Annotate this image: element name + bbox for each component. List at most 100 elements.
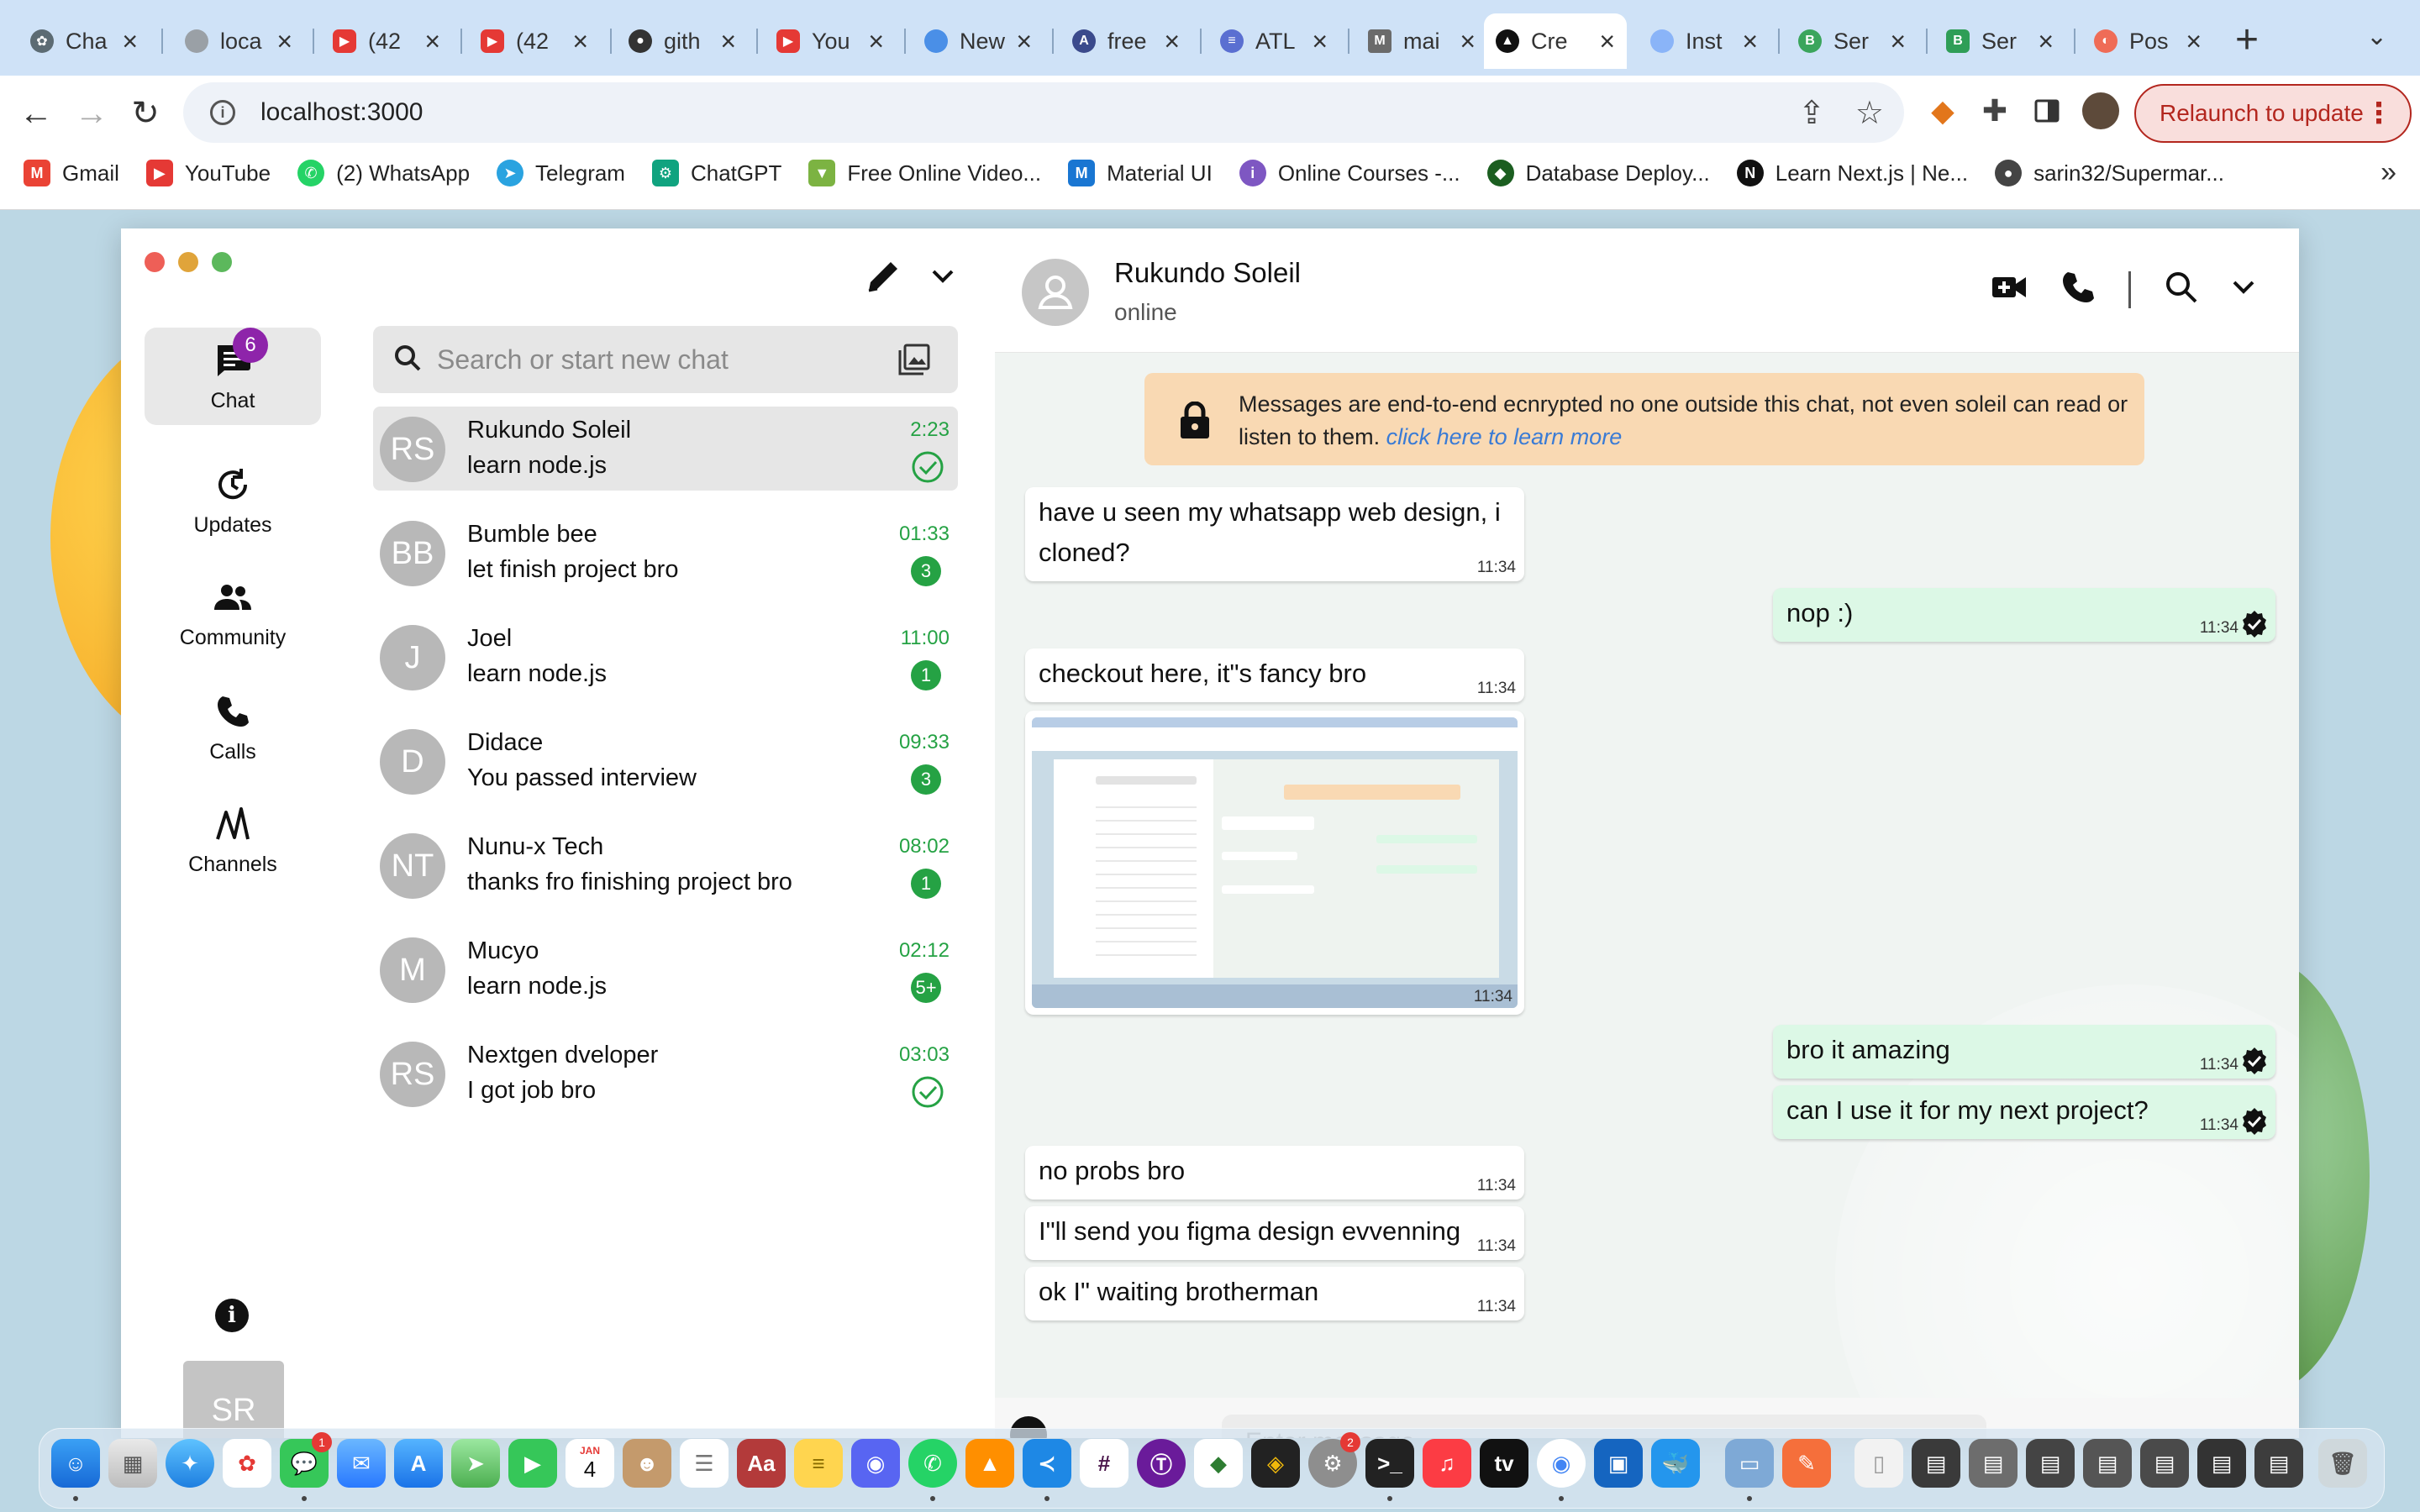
minimize-window-button[interactable] [178,252,198,272]
incoming-message-bubble[interactable]: checkout here, it"s fancy bro 11:34 [1025,648,1524,702]
mail-icon[interactable]: ✉ [337,1439,386,1488]
close-tab-icon[interactable]: × [1016,26,1032,57]
incoming-message-bubble[interactable]: no probs bro 11:34 [1025,1146,1524,1200]
window-thumbnail-icon[interactable]: ▤ [1969,1439,2018,1488]
photos-icon[interactable]: ✿ [223,1439,271,1488]
browser-tab[interactable]: B Ser × [1786,13,1918,69]
back-arrow-icon[interactable]: ← [13,91,59,136]
app-store-icon[interactable]: A [394,1439,443,1488]
learn-more-link[interactable]: click here to learn more [1386,424,1623,449]
bookmark-material-ui[interactable]: M Material UI [1068,160,1213,186]
zoom-window-button[interactable] [212,252,232,272]
bookmark-star-icon[interactable]: ☆ [1855,94,1884,132]
virtualbox-icon[interactable]: ▣ [1594,1439,1643,1488]
share-icon[interactable]: ⇪ [1798,94,1825,132]
notes-icon[interactable]: ≡ [794,1439,843,1488]
browser-tab[interactable]: ▶ (42 × [469,13,600,69]
safari-icon[interactable]: ✦ [166,1439,214,1488]
window-thumbnail-icon[interactable]: ▤ [2140,1439,2189,1488]
browser-tab[interactable]: New × [913,13,1044,69]
chat-list-item[interactable]: RS Nextgen dveloper I got job bro 03:03 [373,1032,958,1116]
incoming-message-bubble[interactable]: have u seen my whatsapp web design, i cl… [1025,487,1524,581]
outgoing-message-bubble[interactable]: bro it amazing 11:34 [1773,1025,2275,1079]
bookmark-database-deploy[interactable]: ◆ Database Deploy... [1486,160,1710,186]
chrome-icon[interactable]: ◉ [1537,1439,1586,1488]
trash-icon[interactable]: 🗑 [2318,1439,2367,1488]
vlc-icon[interactable]: ▲ [965,1439,1014,1488]
chat-list-item[interactable]: D Didace You passed interview 09:33 3 [373,719,958,803]
more-bookmarks-chevron-icon[interactable]: » [2381,156,2396,189]
contacts-icon[interactable]: ☻ [623,1439,671,1488]
chat-list-item[interactable]: NT Nunu-x Tech thanks fro finishing proj… [373,823,958,907]
new-chat-pencil-icon[interactable] [865,259,901,298]
nav-calls[interactable]: Calls [145,679,321,776]
binance-icon[interactable]: ◈ [1251,1439,1300,1488]
finder-icon[interactable]: ☺ [51,1439,100,1488]
slack-icon[interactable]: # [1080,1439,1128,1488]
close-tab-icon[interactable]: × [572,26,588,57]
outgoing-message-bubble[interactable]: can I use it for my next project? 11:34 [1773,1085,2275,1139]
screenshot-preview-icon[interactable]: ▭ [1725,1439,1774,1488]
url-text[interactable]: localhost:3000 [260,98,423,127]
video-call-icon[interactable] [1991,274,2028,305]
search-icon[interactable] [2165,270,2198,308]
document-thumbnail-icon[interactable]: ▯ [1854,1439,1903,1488]
filter-gallery-icon[interactable] [897,343,931,381]
browser-tab[interactable]: ▶ You × [765,13,896,69]
window-thumbnail-icon[interactable]: ▤ [2254,1439,2303,1488]
bookmark-online-courses[interactable]: i Online Courses -... [1239,160,1460,186]
incoming-message-bubble[interactable]: I"ll send you figma design evvenning 11:… [1025,1206,1524,1260]
site-info-icon[interactable]: i [210,100,235,125]
bookmark-learn-nextjs[interactable]: N Learn Next.js | Ne... [1736,160,1968,186]
reminders-icon[interactable]: ☰ [680,1439,729,1488]
shared-screenshot-image[interactable] [1032,717,1518,1008]
search-input[interactable] [437,344,874,375]
close-tab-icon[interactable]: × [1312,26,1328,57]
browser-tab[interactable]: loca × [173,13,304,69]
relaunch-update-button[interactable]: Relaunch to update ⋮ [2134,84,2412,143]
browser-tab[interactable]: ✿ Cha × [18,13,150,69]
discord-icon[interactable]: ◉ [851,1439,900,1488]
bookmark-gmail[interactable]: M Gmail [24,160,119,186]
close-tab-icon[interactable]: × [868,26,884,57]
nav-community[interactable]: Community [145,564,321,662]
chat-list-item[interactable]: RS Rukundo Soleil learn node.js 2:23 [373,407,958,491]
nav-channels[interactable]: Channels [145,791,321,889]
crypto-app-icon[interactable]: Ⓣ [1137,1439,1186,1488]
apple-tv-icon[interactable]: tv [1480,1439,1528,1488]
close-tab-icon[interactable]: × [2186,26,2202,57]
close-window-button[interactable] [145,252,165,272]
image-message-bubble[interactable]: 11:34 [1025,711,1524,1015]
outgoing-message-bubble[interactable]: nop :) 11:34 [1773,588,2275,642]
terminal-icon[interactable]: >_ [1365,1439,1414,1488]
whatsapp-icon[interactable]: ✆ [908,1439,957,1488]
dictionary-icon[interactable]: Aa [737,1439,786,1488]
calendar-icon[interactable]: JAN 4 [566,1439,614,1488]
side-panel-icon[interactable] [2028,92,2065,129]
close-tab-icon[interactable]: × [122,26,138,57]
browser-tab[interactable]: M mai × [1356,13,1487,69]
window-thumbnail-icon[interactable]: ▤ [1912,1439,1960,1488]
contact-name[interactable]: Rukundo Soleil [1114,257,1301,289]
bookmark-github-repo[interactable]: ● sarin32/Supermar... [1995,160,2224,186]
browser-tab[interactable]: ◐ Pos × [2082,13,2213,69]
chevron-down-icon[interactable] [2232,280,2255,299]
maps-icon[interactable]: ➤ [451,1439,500,1488]
nav-updates[interactable]: Updates [145,452,321,549]
chat-list-item[interactable]: J Joel learn node.js 11:00 1 [373,615,958,699]
postman-icon[interactable]: ✎ [1782,1439,1831,1488]
browser-tab-active[interactable]: ▲ Cre × [1484,13,1627,69]
docker-icon[interactable]: 🐳 [1651,1439,1700,1488]
profile-avatar[interactable] [2082,92,2119,129]
encryption-banner[interactable]: Messages are end-to-end ecnrypted no one… [1144,373,2144,465]
bookmark-chatgpt[interactable]: ⚙ ChatGPT [651,160,781,186]
close-tab-icon[interactable]: × [276,26,292,57]
launchpad-icon[interactable]: ▦ [108,1439,157,1488]
music-icon[interactable]: ♫ [1423,1439,1471,1488]
browser-tab[interactable]: A free × [1060,13,1192,69]
search-box[interactable] [373,326,958,393]
browser-tab[interactable]: B Ser × [1934,13,2065,69]
window-thumbnail-icon[interactable]: ▤ [2083,1439,2132,1488]
address-bar[interactable]: i localhost:3000 ⇪ ☆ [183,82,1904,143]
incoming-message-bubble[interactable]: ok I" waiting brotherman 11:34 [1025,1267,1524,1320]
